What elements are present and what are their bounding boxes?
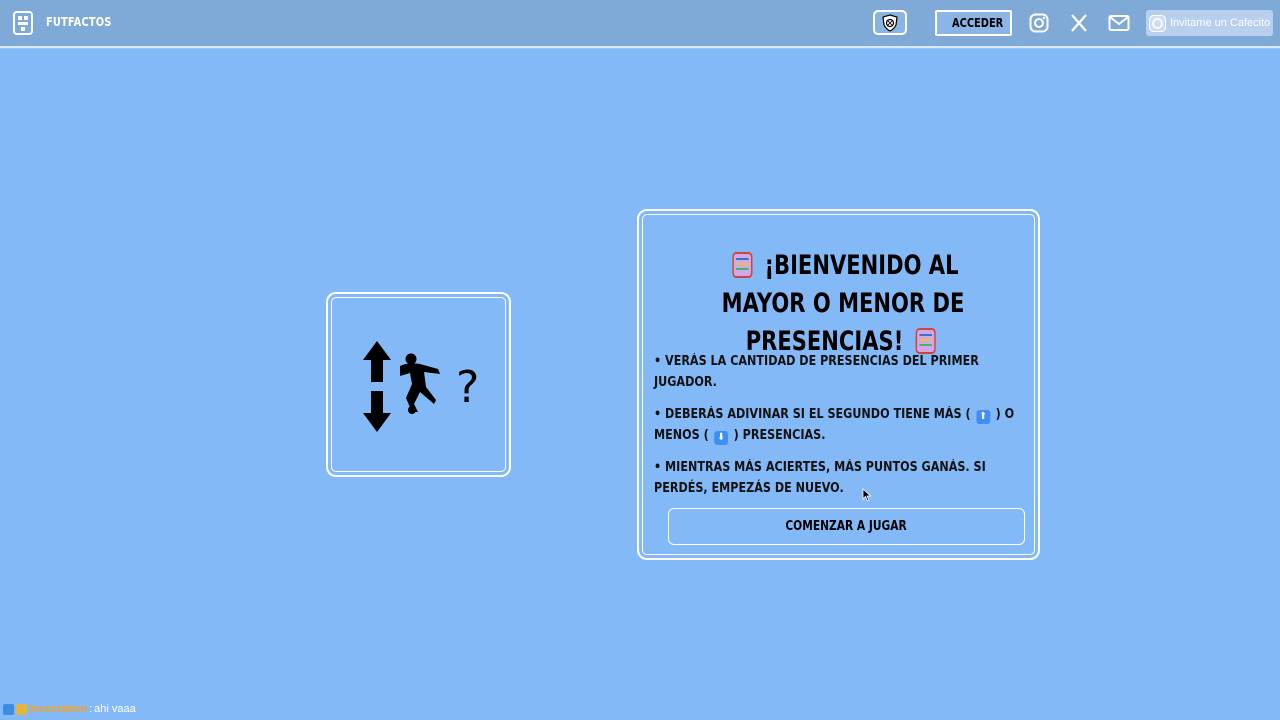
instructions-list: • VERÁS LA CANTIDAD DE PRESENCIAS DEL PR…: [654, 351, 1027, 510]
x-icon[interactable]: [1069, 13, 1089, 33]
mail-icon[interactable]: [1108, 13, 1130, 33]
arrow-up-icon: ⬆: [976, 410, 990, 424]
cafecito-label: Invitame un Cafecito: [1170, 17, 1271, 29]
start-game-button[interactable]: COMENZAR A JUGAR: [668, 508, 1025, 545]
chat-message: Insectation : ahi vaaa: [3, 702, 136, 716]
login-button[interactable]: ACCEDER: [935, 10, 1012, 36]
mouse-cursor-icon: [862, 488, 872, 502]
svg-text:?: ?: [456, 362, 479, 413]
top-navbar: FUTFACTOS ACCEDER Invitame un Cafecito: [0, 0, 1280, 48]
instruction-line: • DEBERÁS ADIVINAR SI EL SEGUNDO TIENE M…: [654, 404, 1027, 446]
chat-badge-icon: [3, 703, 14, 715]
game-image-card: ?: [326, 292, 511, 477]
cafecito-icon: [1149, 14, 1166, 32]
futfactos-logo-icon[interactable]: [13, 11, 33, 35]
start-game-label: COMENZAR A JUGAR: [785, 519, 908, 534]
chat-separator: :: [89, 703, 93, 715]
brand-name[interactable]: FUTFACTOS: [46, 15, 111, 29]
instruction-text: • DEBERÁS ADIVINAR SI EL SEGUNDO TIENE M…: [654, 407, 971, 422]
abacus-icon: [732, 252, 753, 278]
instruction-text: ) PRESENCIAS.: [733, 428, 826, 443]
team-shield-button[interactable]: [873, 10, 907, 35]
chat-badge-icon: [16, 703, 27, 715]
instruction-line: • MIENTRAS MÁS ACIERTES, MÁS PUNTOS GANÁ…: [654, 460, 986, 496]
login-label: ACCEDER: [952, 16, 1004, 30]
team-shield-icon: [882, 13, 898, 32]
chat-username: Insectation: [29, 703, 88, 715]
welcome-card: ¡BIENVENIDO AL MAYOR O MENOR DE PRESENCI…: [637, 209, 1040, 560]
instruction-line: • VERÁS LA CANTIDAD DE PRESENCIAS DEL PR…: [654, 354, 979, 390]
cafecito-button[interactable]: Invitame un Cafecito: [1146, 10, 1273, 36]
instagram-icon[interactable]: [1029, 13, 1049, 33]
chat-text: ahi vaaa: [94, 703, 136, 715]
arrow-down-icon: ⬇: [714, 431, 729, 445]
welcome-title: ¡BIENVENIDO AL MAYOR O MENOR DE PRESENCI…: [701, 247, 985, 361]
higher-lower-player-icon: ?: [363, 341, 479, 432]
